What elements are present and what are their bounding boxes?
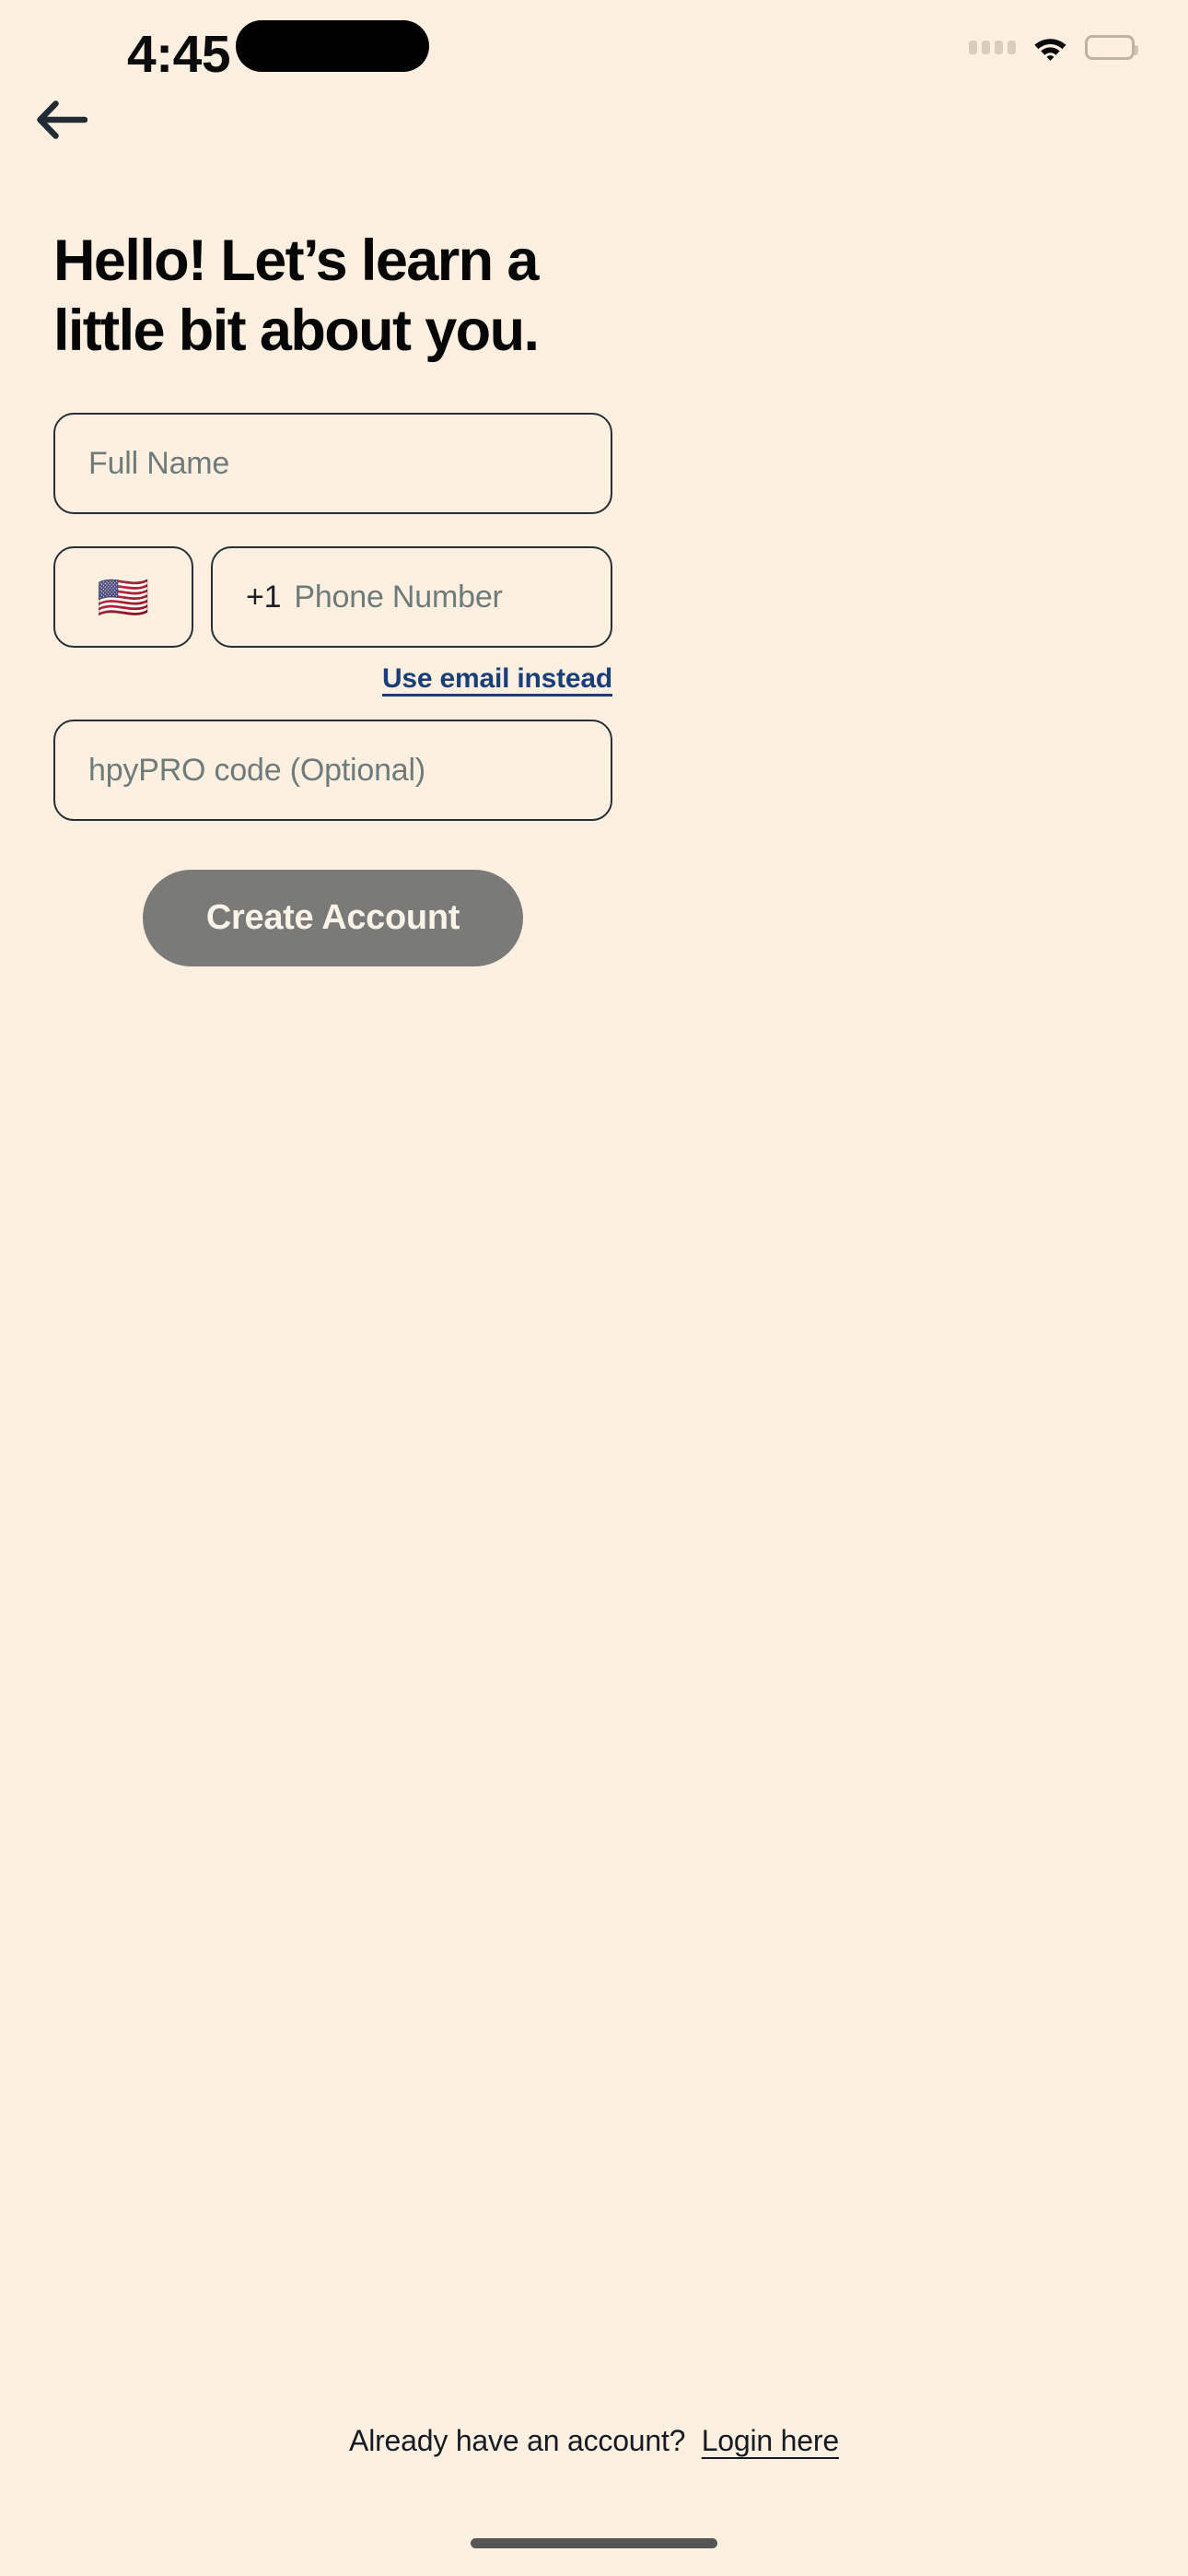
country-code-label: +1	[246, 579, 282, 615]
phone-number-placeholder: Phone Number	[294, 579, 503, 615]
full-name-placeholder: Full Name	[88, 445, 230, 481]
login-here-link[interactable]: Login here	[702, 2424, 839, 2457]
status-bar-indicators	[969, 33, 1138, 61]
use-email-instead-link[interactable]: Use email instead	[382, 663, 612, 694]
use-email-row: Use email instead	[53, 663, 612, 695]
home-indicator	[471, 2538, 717, 2548]
phone-number-input[interactable]: +1 Phone Number	[211, 546, 612, 648]
us-flag-icon: 🇺🇸	[97, 573, 150, 621]
signup-screen: 4:45 Hello! Let’s learn a little bit abo…	[0, 0, 1188, 2576]
promo-code-input[interactable]: hpyPRO code (Optional)	[53, 720, 612, 821]
page-title-line-2: little bit about you.	[53, 299, 540, 363]
create-account-button[interactable]: Create Account	[143, 870, 523, 966]
login-prompt: Already have an account? Login here	[0, 2424, 1188, 2458]
country-selector[interactable]: 🇺🇸	[53, 546, 193, 648]
wifi-icon	[1031, 33, 1069, 61]
dynamic-island	[236, 20, 429, 72]
page-title: Hello! Let’s learn a little bit about yo…	[53, 226, 643, 366]
phone-row: 🇺🇸 +1 Phone Number	[53, 546, 1135, 648]
status-bar: 4:45	[0, 0, 1188, 138]
login-prompt-text: Already have an account?	[349, 2424, 686, 2457]
signup-form: Full Name 🇺🇸 +1 Phone Number Use email i…	[53, 413, 1135, 966]
battery-icon	[1085, 34, 1138, 60]
signal-dots-icon	[969, 40, 1016, 54]
promo-code-placeholder: hpyPRO code (Optional)	[88, 752, 425, 788]
full-name-input[interactable]: Full Name	[53, 413, 612, 514]
back-button[interactable]	[30, 88, 93, 151]
page-title-line-1: Hello! Let’s learn a	[53, 228, 539, 293]
back-arrow-icon	[37, 100, 87, 139]
